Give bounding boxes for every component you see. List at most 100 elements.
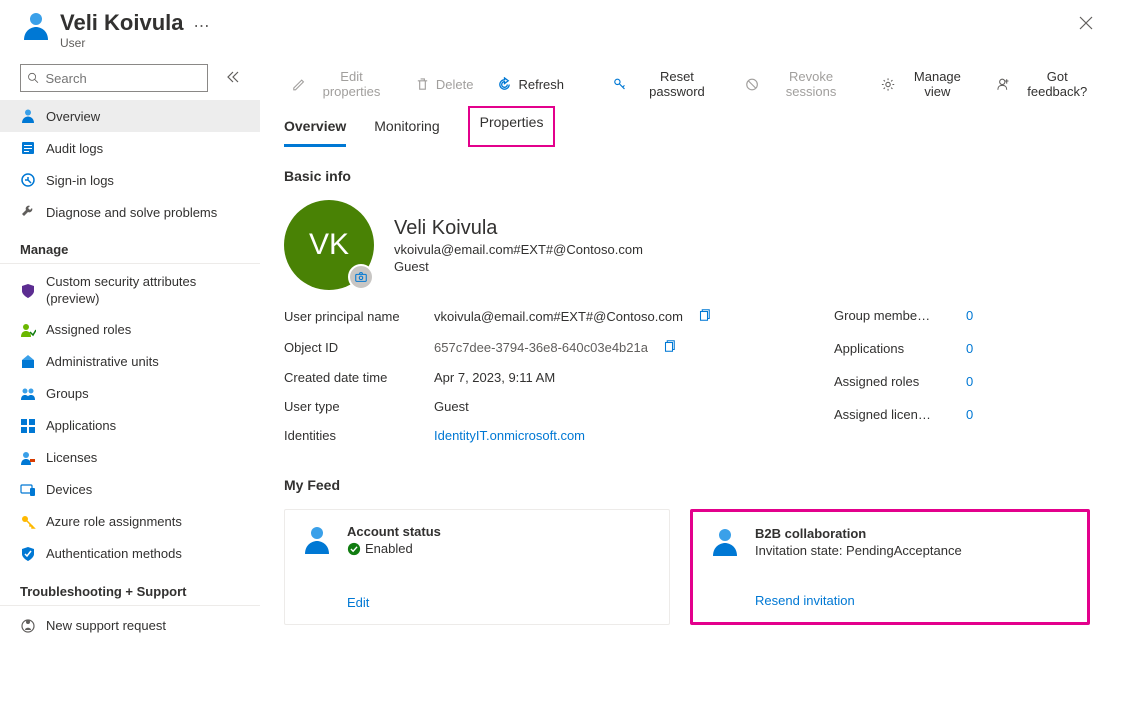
sidebar-item-diagnose[interactable]: Diagnose and solve problems [0, 196, 260, 228]
sidebar-item-devices[interactable]: Devices [0, 474, 260, 506]
resend-invitation-link[interactable]: Resend invitation [755, 593, 962, 608]
camera-icon [354, 270, 368, 284]
auth-shield-icon [20, 546, 36, 562]
b2b-title: B2B collaboration [755, 526, 962, 541]
support-icon [20, 618, 36, 634]
close-button[interactable] [1071, 10, 1101, 39]
object-id-label: Object ID [284, 340, 434, 355]
collapse-sidebar-button[interactable] [226, 70, 240, 87]
profile-name: Veli Koivula [394, 217, 643, 240]
user-icon [20, 10, 52, 42]
sidebar-item-authentication-methods[interactable]: Authentication methods [0, 538, 260, 570]
delete-button[interactable]: Delete [407, 68, 482, 100]
applications-icon [20, 418, 36, 434]
edit-properties-button[interactable]: Edit properties [284, 68, 399, 100]
upn-label: User principal name [284, 309, 434, 324]
b2b-status: Invitation state: PendingAcceptance [755, 543, 962, 558]
copy-icon [662, 339, 676, 353]
sidebar-item-label: Diagnose and solve problems [46, 205, 217, 220]
assigned-licenses-label: Assigned licen… [834, 407, 954, 422]
refresh-button[interactable]: Refresh [489, 68, 572, 100]
change-photo-button[interactable] [348, 264, 374, 290]
admin-units-icon [20, 354, 36, 370]
sidebar-item-label: New support request [46, 618, 166, 633]
sidebar-item-label: Sign-in logs [46, 173, 114, 188]
sidebar-item-assigned-roles[interactable]: Assigned roles [0, 314, 260, 346]
object-id-value: 657c7dee-3794-36e8-640c03e4b21a [434, 340, 648, 355]
assigned-licenses-value[interactable]: 0 [966, 407, 973, 422]
sidebar-item-label: Licenses [46, 450, 97, 465]
sidebar-item-applications[interactable]: Applications [0, 410, 260, 442]
user-icon [709, 526, 741, 558]
group-memberships-label: Group membe… [834, 308, 954, 323]
search-input[interactable] [46, 71, 201, 86]
account-status-edit-link[interactable]: Edit [347, 595, 441, 610]
upn-value: vkoivula@email.com#EXT#@Contoso.com [434, 309, 683, 324]
copy-icon [697, 308, 711, 322]
group-memberships-value[interactable]: 0 [966, 308, 973, 323]
sidebar-item-azure-role-assignments[interactable]: Azure role assignments [0, 506, 260, 538]
sidebar-section-manage: Manage [0, 228, 260, 264]
sidebar-item-signin-logs[interactable]: Sign-in logs [0, 164, 260, 196]
close-icon [1079, 16, 1093, 30]
key-icon [613, 77, 627, 92]
b2b-collaboration-card: B2B collaboration Invitation state: Pend… [690, 509, 1090, 625]
tab-properties[interactable]: Properties [468, 106, 556, 147]
avatar: VK [284, 200, 374, 290]
chevron-left-double-icon [226, 70, 240, 84]
copy-upn-button[interactable] [697, 308, 711, 325]
profile-upn: vkoivula@email.com#EXT#@Contoso.com [394, 242, 643, 257]
created-label: Created date time [284, 370, 434, 385]
tab-overview[interactable]: Overview [284, 110, 346, 147]
refresh-icon [497, 77, 512, 92]
account-status-card: Account status Enabled Edit [284, 509, 670, 625]
assigned-roles-icon [20, 322, 36, 338]
devices-icon [20, 482, 36, 498]
page-subtitle: User [60, 36, 184, 50]
sidebar-section-troubleshooting: Troubleshooting + Support [0, 570, 260, 606]
sidebar-item-overview[interactable]: Overview [0, 100, 260, 132]
sidebar-item-label: Devices [46, 482, 92, 497]
sidebar-item-label: Groups [46, 386, 89, 401]
search-input-wrapper[interactable] [20, 64, 208, 92]
applications-value[interactable]: 0 [966, 341, 973, 356]
block-icon [745, 77, 759, 92]
sidebar-item-licenses[interactable]: Licenses [0, 442, 260, 474]
reset-password-button[interactable]: Reset password [605, 68, 729, 100]
account-status-value: Enabled [365, 541, 413, 556]
user-type-label: User type [284, 399, 434, 414]
sidebar-item-administrative-units[interactable]: Administrative units [0, 346, 260, 378]
sidebar-item-label: Audit logs [46, 141, 103, 156]
applications-label: Applications [834, 341, 954, 356]
sidebar-item-label: Authentication methods [46, 546, 182, 561]
copy-object-id-button[interactable] [662, 339, 676, 356]
manage-view-button[interactable]: Manage view [873, 68, 981, 100]
assigned-roles-value[interactable]: 0 [966, 374, 973, 389]
got-feedback-button[interactable]: Got feedback? [989, 68, 1105, 100]
tab-monitoring[interactable]: Monitoring [374, 110, 439, 147]
feedback-icon [997, 77, 1011, 92]
sidebar-item-new-support-request[interactable]: New support request [0, 610, 260, 642]
sidebar-item-label: Overview [46, 109, 100, 124]
sidebar-item-groups[interactable]: Groups [0, 378, 260, 410]
revoke-sessions-button[interactable]: Revoke sessions [737, 68, 866, 100]
account-status-title: Account status [347, 524, 441, 539]
identities-value[interactable]: IdentityIT.onmicrosoft.com [434, 428, 585, 443]
user-icon [301, 524, 333, 556]
more-options-button[interactable]: ⋯ [194, 16, 210, 36]
shield-icon [20, 283, 36, 299]
created-value: Apr 7, 2023, 9:11 AM [434, 370, 555, 385]
user-icon [20, 108, 36, 124]
signin-icon [20, 172, 36, 188]
licenses-icon [20, 450, 36, 466]
assigned-roles-label: Assigned roles [834, 374, 954, 389]
identities-label: Identities [284, 428, 434, 443]
sidebar-item-label: Custom security attributes (preview) [46, 274, 248, 308]
check-circle-icon [347, 542, 361, 556]
my-feed-heading: My Feed [284, 477, 1105, 493]
gear-icon [881, 77, 895, 92]
sidebar-item-audit-logs[interactable]: Audit logs [0, 132, 260, 164]
groups-icon [20, 386, 36, 402]
sidebar-item-custom-security-attributes[interactable]: Custom security attributes (preview) [0, 268, 260, 314]
profile-type: Guest [394, 259, 643, 274]
